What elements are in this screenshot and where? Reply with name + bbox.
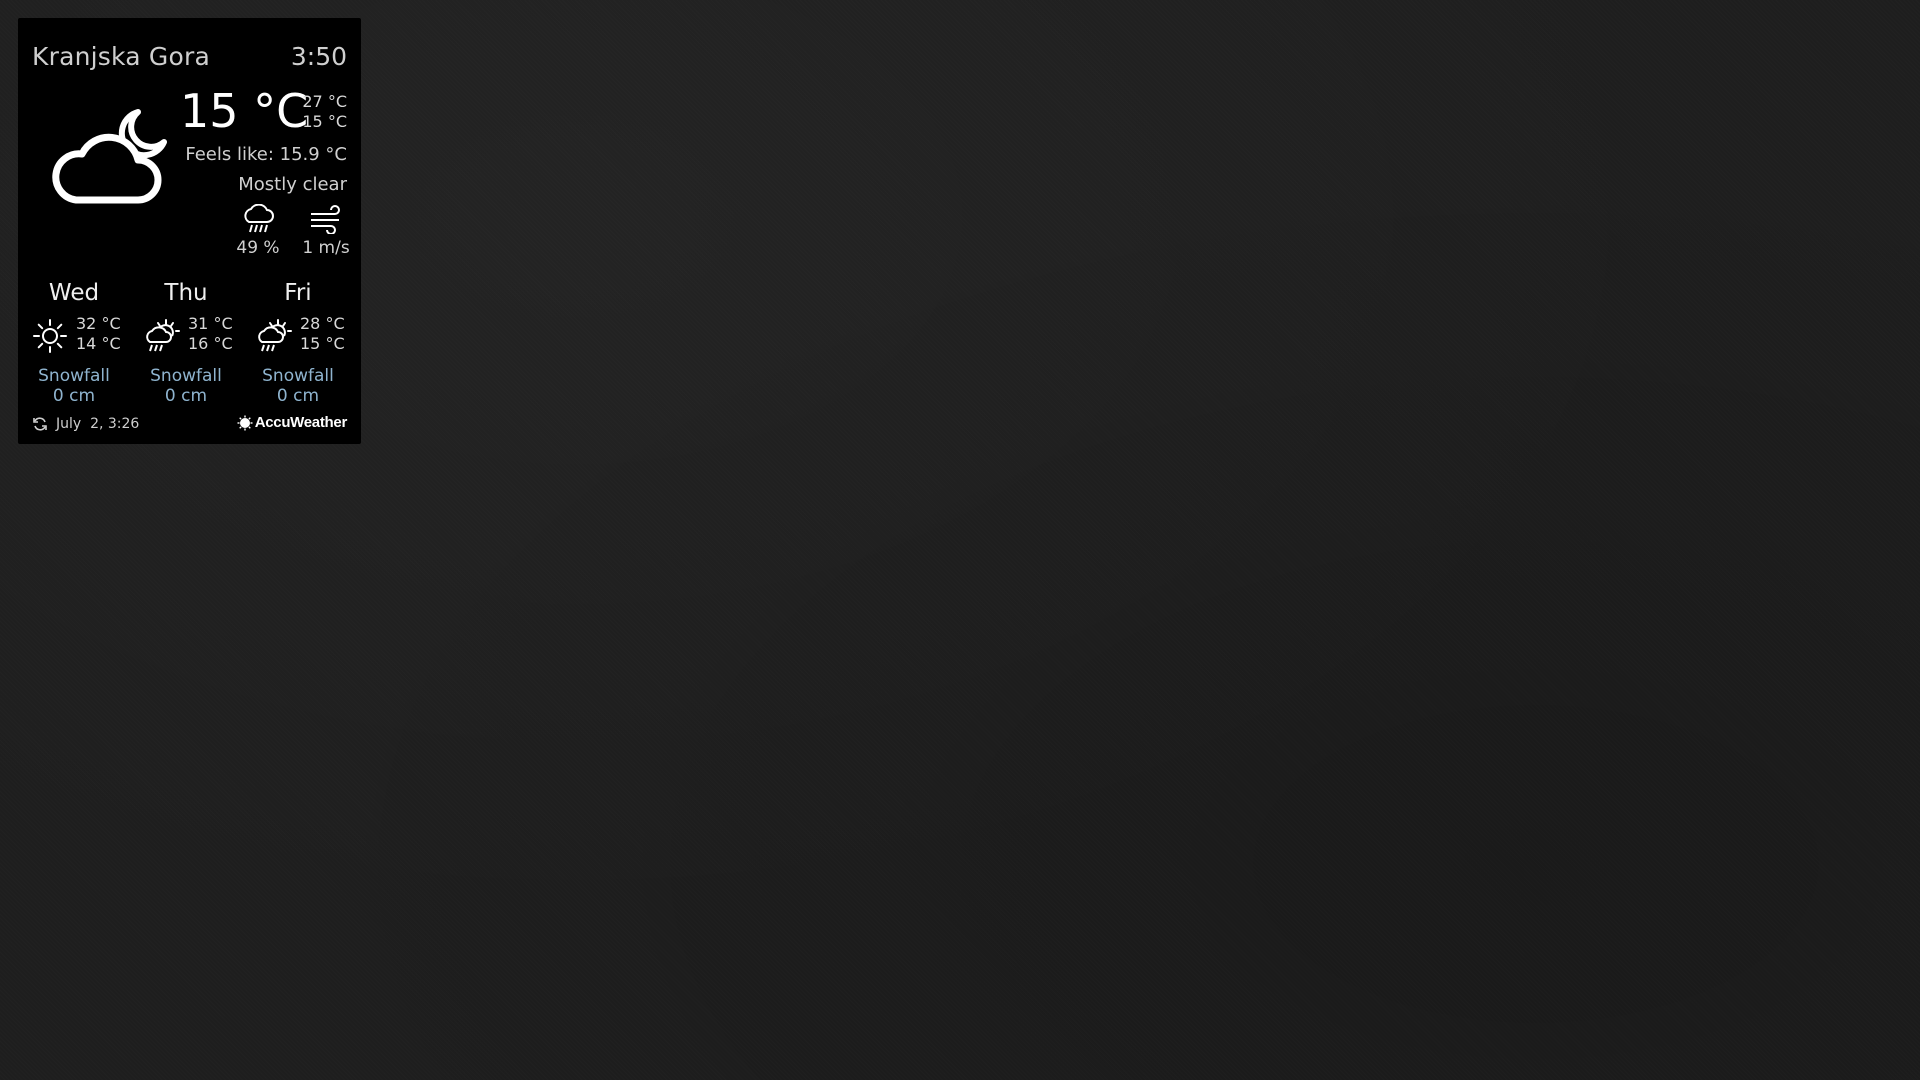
forecast-row: 31 °C 16 °C bbox=[130, 314, 242, 358]
current-temperature: 15 °C bbox=[180, 84, 309, 138]
last-updated: July 2, 3:26 bbox=[32, 416, 139, 432]
current-high: 27 °C bbox=[302, 92, 347, 111]
forecast-day-name: Wed bbox=[48, 280, 100, 306]
forecast-row: 28 °C 15 °C bbox=[242, 314, 354, 358]
forecast-temps: 28 °C 15 °C bbox=[300, 314, 345, 354]
wind-icon bbox=[311, 205, 340, 234]
current-high-low: 27 °C 15 °C bbox=[302, 92, 347, 132]
forecast-day-name: Fri bbox=[284, 280, 312, 306]
last-updated-text: July 2, 3:26 bbox=[56, 416, 140, 432]
snowfall-label: Snowfall bbox=[262, 366, 334, 386]
forecast-day-name: Thu bbox=[164, 280, 208, 306]
accuweather-sun-icon bbox=[237, 415, 253, 430]
forecast-snowfall: Snowfall 0 cm bbox=[130, 366, 242, 406]
weather-widget: Kranjska Gora 3:50 15 °C 27 °C 15 °C Fee… bbox=[18, 18, 361, 444]
refresh-icon[interactable] bbox=[32, 416, 48, 432]
sun-rain-icon bbox=[258, 319, 292, 352]
precipitation-stat: 49 % bbox=[230, 204, 286, 258]
wind-value: 1 m/s bbox=[302, 238, 350, 258]
location-name: Kranjska Gora bbox=[32, 42, 210, 71]
snowfall-label: Snowfall bbox=[38, 366, 110, 386]
forecast-temps: 31 °C 16 °C bbox=[188, 314, 233, 354]
forecast-high: 31 °C bbox=[188, 314, 233, 333]
sun-rain-icon bbox=[146, 319, 180, 352]
forecast-day: Fri 28 °C 15 °C Snowfall 0 cm bbox=[242, 280, 354, 406]
precipitation-value: 49 % bbox=[236, 238, 280, 258]
condition-text: Mostly clear bbox=[238, 174, 347, 195]
feels-like: Feels like: 15.9 °C bbox=[185, 144, 347, 165]
sun-icon bbox=[33, 319, 67, 353]
provider-name: AccuWeather bbox=[254, 414, 348, 431]
snowfall-value: 0 cm bbox=[52, 386, 96, 406]
forecast-high: 28 °C bbox=[300, 314, 345, 333]
forecast-temps: 32 °C 14 °C bbox=[76, 314, 121, 354]
partly-cloudy-night-icon bbox=[52, 109, 167, 204]
forecast-snowfall: Snowfall 0 cm bbox=[18, 366, 130, 406]
forecast-row: 32 °C 14 °C bbox=[18, 314, 130, 358]
current-time: 3:50 bbox=[290, 42, 347, 71]
snowfall-label: Snowfall bbox=[150, 366, 222, 386]
current-low: 15 °C bbox=[302, 112, 347, 131]
wind-stat: 1 m/s bbox=[298, 204, 354, 258]
forecast-low: 16 °C bbox=[188, 334, 233, 353]
forecast-high: 32 °C bbox=[76, 314, 121, 333]
forecast-snowfall: Snowfall 0 cm bbox=[242, 366, 354, 406]
forecast-low: 14 °C bbox=[76, 334, 121, 353]
snowfall-value: 0 cm bbox=[164, 386, 208, 406]
rain-cloud-icon bbox=[244, 204, 274, 233]
forecast-day: Wed 32 °C 14 °C Snowfall 0 cm bbox=[18, 280, 130, 406]
forecast-low: 15 °C bbox=[300, 334, 345, 353]
provider-logo[interactable]: AccuWeather bbox=[237, 414, 347, 431]
forecast-day: Thu 31 °C 16 °C Snowfall 0 cm bbox=[130, 280, 242, 406]
snowfall-value: 0 cm bbox=[276, 386, 320, 406]
